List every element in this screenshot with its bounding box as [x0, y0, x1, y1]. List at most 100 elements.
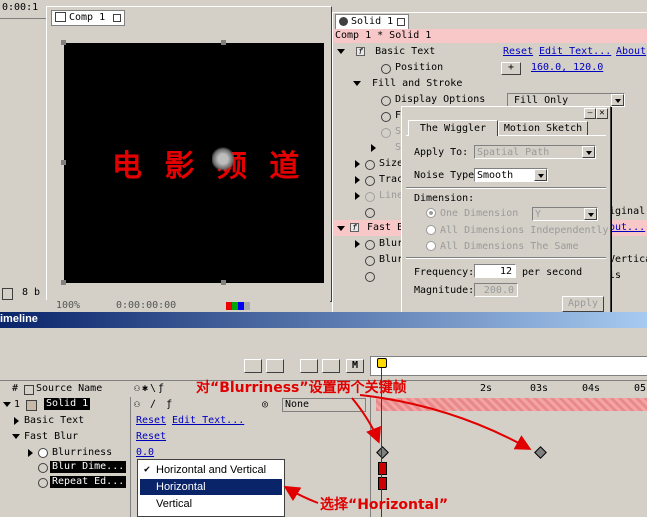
tab-the-wiggler[interactable]: The Wiggler [408, 120, 498, 136]
timecode: 0:00:1 [2, 2, 39, 13]
comp-footer: 8 b [0, 286, 46, 300]
handle[interactable] [221, 40, 226, 45]
comp-tab[interactable]: Comp 1 [51, 10, 125, 26]
handle[interactable] [221, 280, 226, 285]
playhead-icon[interactable] [377, 358, 387, 368]
position-row: Position + 160.0, 120.0 [333, 60, 647, 76]
display-options-select[interactable]: Fill Only [507, 93, 625, 107]
label-column-swatch [24, 385, 34, 395]
comp-icon [55, 12, 66, 22]
stopwatch-icon[interactable] [381, 128, 391, 138]
close-icon[interactable]: ✕ [596, 108, 608, 119]
color-chips[interactable] [226, 302, 250, 310]
mode-icon[interactable]: ◎ [262, 397, 268, 412]
keyframe-icon[interactable] [534, 446, 547, 459]
handle[interactable] [61, 160, 66, 165]
trash-icon[interactable] [2, 288, 13, 300]
blur-dimension-menu: ✔ Horizontal and Vertical Horizontal Ver… [137, 459, 285, 517]
crosshair-icon[interactable]: + [501, 62, 521, 75]
layer-bar[interactable] [376, 398, 647, 411]
dimension-axis-select: Y [532, 207, 598, 221]
chevron-down-icon [582, 146, 595, 158]
basic-text-row: f Basic Text Reset Edit Text... About [333, 44, 647, 60]
minimize-icon[interactable]: ‒ [584, 108, 596, 119]
menu-item-horizontal-and-vertical[interactable]: ✔ Horizontal and Vertical [140, 462, 282, 478]
stopwatch-icon[interactable] [365, 272, 375, 282]
stopwatch-icon[interactable] [38, 478, 48, 488]
reset-link[interactable]: Reset [503, 44, 533, 60]
comp-bottom-bar: 100% 0:00:00:00 [46, 300, 330, 312]
position-value[interactable]: 160.0, 120.0 [531, 60, 603, 76]
comp-canvas[interactable]: 电 影 频 道 [64, 43, 324, 283]
mode-value[interactable]: None [282, 398, 366, 412]
effect-icon [339, 16, 348, 26]
chevron-down-icon[interactable] [611, 94, 624, 106]
handle[interactable] [61, 40, 66, 45]
expand-icon[interactable] [337, 49, 345, 54]
close-icon[interactable] [113, 14, 121, 22]
expand-icon[interactable] [353, 81, 361, 86]
blur-dimensions-row: Blur Dime... [0, 460, 647, 475]
radio-all-same: All Dimensions The Same [426, 241, 578, 252]
canvas-title: 电 影 频 道 [112, 149, 306, 184]
timeline-tabstrip [0, 328, 647, 355]
blur-dimensions-name[interactable]: Blur Dime... [50, 461, 127, 473]
menu-item-horizontal[interactable]: Horizontal [140, 479, 282, 495]
chevron-down-icon[interactable] [534, 169, 547, 181]
effects-tab[interactable]: Solid 1 [335, 14, 409, 30]
menu-item-vertical[interactable]: Vertical [140, 496, 282, 512]
fx-icon[interactable]: f [350, 223, 359, 232]
stopwatch-icon[interactable] [365, 256, 375, 266]
stopwatch-icon[interactable] [381, 96, 391, 106]
about-link[interactable]: About [616, 44, 646, 60]
repeat-edge-name[interactable]: Repeat Ed... [50, 476, 127, 488]
stopwatch-icon[interactable] [365, 192, 375, 202]
stopwatch-icon[interactable] [365, 208, 375, 218]
layer-name[interactable]: Solid 1 [44, 398, 91, 410]
radio-all-independently: All Dimensions Independently [426, 225, 609, 236]
stopwatch-icon[interactable] [38, 463, 48, 473]
marker-button-icon[interactable]: M [346, 359, 364, 373]
left-panel: 0:00:1 [0, 0, 46, 300]
keyframe-icon[interactable] [378, 462, 387, 475]
magnitude-input: 200.0 [474, 283, 518, 297]
keyframe-icon[interactable] [376, 446, 389, 459]
apply-button[interactable]: Apply [562, 296, 604, 312]
wiggler-dialog: ‒ ✕ The Wiggler Motion Sketch Apply To: … [401, 106, 611, 320]
fx-icon[interactable]: f [356, 47, 366, 56]
close-icon[interactable] [397, 18, 405, 26]
effects-header: Comp 1 * Solid 1 [333, 29, 647, 43]
blur-particle [212, 147, 234, 171]
stopwatch-icon[interactable] [365, 160, 375, 170]
stopwatch-icon[interactable] [381, 64, 391, 74]
tab-motion-sketch[interactable]: Motion Sketch [498, 121, 588, 136]
stopwatch-icon[interactable] [38, 448, 48, 458]
layer-color-swatch [26, 400, 37, 411]
edit-text-link[interactable]: Edit Text... [539, 44, 611, 60]
handle[interactable] [61, 280, 66, 285]
fast-blur-row: Fast Blur Reset [0, 429, 647, 444]
check-icon: ✔ [144, 464, 151, 475]
frequency-input[interactable]: 12 [474, 264, 516, 278]
stopwatch-icon[interactable] [365, 176, 375, 186]
timeline-titlebar[interactable]: imeline [0, 312, 647, 328]
trash-button-icon[interactable] [300, 359, 318, 373]
layer-row[interactable]: 1 Solid 1 ⚇ ∕ ƒ ◎ None [0, 397, 647, 412]
time-ruler[interactable]: 2s 03s 04s 05 [372, 381, 647, 397]
radio-icon [426, 241, 436, 251]
apply-to-select: Spatial Path [474, 145, 596, 159]
stopwatch-icon[interactable] [365, 240, 375, 250]
comp-button-icon[interactable] [244, 359, 262, 373]
keyframe-icon[interactable] [378, 477, 387, 490]
dialog-titlebar[interactable]: ‒ ✕ [402, 107, 610, 119]
time-navigator[interactable] [370, 356, 647, 376]
repeat-edge-row: Repeat Ed... [0, 475, 647, 490]
stopwatch-icon[interactable] [381, 112, 391, 122]
blurriness-row: Blurriness 0.0 [0, 445, 647, 460]
switch-icons[interactable]: ⚇ ∕ ƒ [134, 397, 174, 412]
annotation-top: 对“Blurriness”设置两个关键帧 [196, 380, 407, 396]
camera-button-icon[interactable] [266, 359, 284, 373]
timeline-toolbar: M [0, 354, 647, 378]
grid-button-icon[interactable] [322, 359, 340, 373]
noise-type-select[interactable]: Smooth [474, 168, 548, 182]
